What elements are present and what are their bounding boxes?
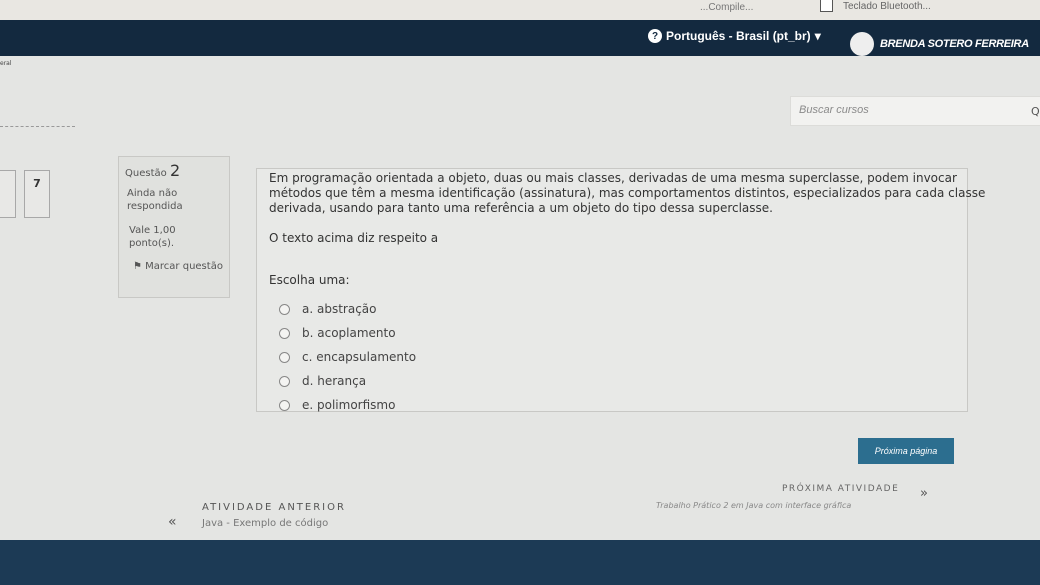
answer-option[interactable]: e. polimorfismo bbox=[279, 393, 416, 417]
language-label: Português - Brasil (pt_br) bbox=[666, 29, 811, 43]
flag-icon: ⚑ bbox=[133, 261, 142, 272]
question-nav-button[interactable] bbox=[0, 170, 16, 218]
os-taskbar: ...Compile... Teclado Bluetooth... bbox=[0, 0, 1040, 20]
chevron-down-icon: ▾ bbox=[814, 29, 821, 43]
radio-button[interactable] bbox=[279, 351, 290, 363]
radio-button[interactable] bbox=[279, 399, 290, 411]
next-activity-label: PRÓXIMA ATIVIDADE bbox=[782, 484, 900, 494]
question-number: Questão 2 bbox=[125, 161, 181, 180]
status-badge: Ainda não respondida bbox=[127, 188, 183, 212]
answer-option[interactable]: c. encapsulamento bbox=[279, 345, 416, 369]
question-text: Em programação orientada a objeto, duas … bbox=[269, 171, 986, 215]
next-arrow-icon[interactable]: » bbox=[920, 486, 928, 501]
search-icon[interactable]: Q bbox=[1031, 105, 1040, 118]
avatar[interactable] bbox=[850, 32, 874, 56]
radio-button[interactable] bbox=[279, 327, 290, 339]
user-name[interactable]: BRENDA SOTERO FERREIRA bbox=[880, 38, 1029, 50]
question-info-panel: Questão 2 Ainda não respondida Vale 1,00… bbox=[118, 156, 230, 298]
radio-button[interactable] bbox=[279, 375, 290, 387]
answer-option[interactable]: a. abstração bbox=[279, 297, 416, 321]
answer-option[interactable]: b. acoplamento bbox=[279, 321, 416, 345]
bottom-bar bbox=[0, 540, 1040, 585]
divider bbox=[0, 126, 75, 127]
search-placeholder: Buscar cursos bbox=[799, 104, 869, 116]
flag-question-button[interactable]: ⚑ Marcar questão bbox=[133, 261, 223, 273]
search-input[interactable]: Buscar cursos Q bbox=[790, 96, 1040, 126]
question-grade: Vale 1,00 ponto(s). bbox=[129, 225, 176, 249]
answer-options: a. abstração b. acoplamento c. encapsula… bbox=[279, 297, 416, 417]
next-page-button[interactable]: Próxima página bbox=[858, 438, 954, 464]
question-content: Em programação orientada a objeto, duas … bbox=[256, 168, 985, 412]
prev-arrow-icon[interactable]: « bbox=[168, 514, 177, 530]
next-activity-link[interactable]: Trabalho Prático 2 em Java com interface… bbox=[656, 501, 851, 510]
question-subtext: O texto acima diz respeito a bbox=[269, 231, 439, 245]
flag-label: Marcar questão bbox=[145, 261, 223, 272]
taskbar-partial-text: ...Compile... bbox=[700, 2, 754, 13]
language-selector[interactable]: ? Português - Brasil (pt_br) ▾ bbox=[648, 29, 821, 43]
bluetooth-label: Teclado Bluetooth... bbox=[843, 1, 931, 12]
bluetooth-checkbox[interactable] bbox=[820, 0, 833, 12]
prev-activity-link[interactable]: Java - Exemplo de código bbox=[202, 518, 328, 529]
globe-icon: ? bbox=[648, 29, 662, 43]
radio-button[interactable] bbox=[279, 303, 290, 315]
question-nav-button-7[interactable]: 7 bbox=[24, 170, 50, 218]
left-edge-text: eral bbox=[0, 60, 12, 67]
answer-prompt: Escolha uma: bbox=[269, 273, 350, 287]
page-content: eral Buscar cursos Q 7 Questão 2 Ainda n… bbox=[0, 56, 1040, 540]
answer-option[interactable]: d. herança bbox=[279, 369, 416, 393]
prev-activity-label: ATIVIDADE ANTERIOR bbox=[202, 502, 346, 513]
